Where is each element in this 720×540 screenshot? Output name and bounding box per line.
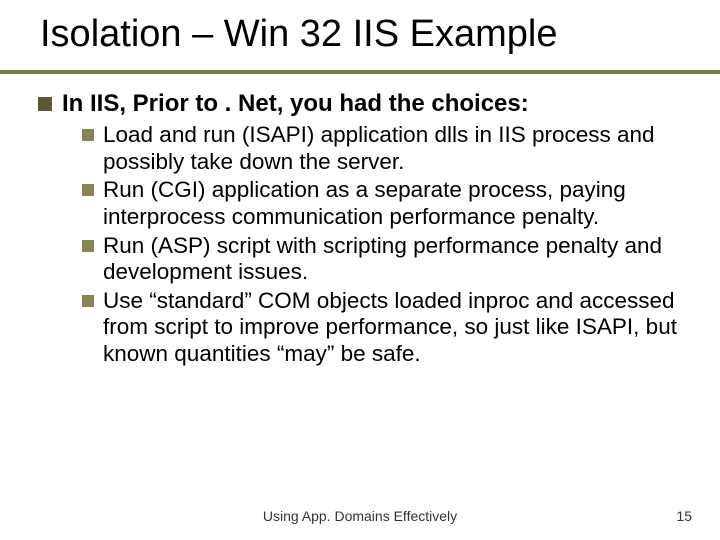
bullet-level2: Use “standard” COM objects loaded inproc… — [82, 288, 690, 368]
sub-point-text: Run (ASP) script with scripting performa… — [103, 233, 690, 286]
bullet-level2: Run (ASP) script with scripting performa… — [82, 233, 690, 286]
square-bullet-icon — [82, 129, 94, 141]
square-bullet-icon — [82, 295, 94, 307]
square-bullet-icon — [82, 240, 94, 252]
slide-title: Isolation – Win 32 IIS Example — [40, 14, 680, 56]
sub-point-text: Load and run (ISAPI) application dlls in… — [103, 122, 690, 175]
bullet-level1: In IIS, Prior to . Net, you had the choi… — [38, 90, 690, 118]
level2-list: Load and run (ISAPI) application dlls in… — [82, 122, 690, 367]
page-number: 15 — [676, 508, 692, 524]
footer-text: Using App. Domains Effectively — [0, 508, 720, 524]
sub-point-text: Use “standard” COM objects loaded inproc… — [103, 288, 690, 368]
bullet-level2: Load and run (ISAPI) application dlls in… — [82, 122, 690, 175]
slide: Isolation – Win 32 IIS Example In IIS, P… — [0, 0, 720, 540]
main-point-text: In IIS, Prior to . Net, you had the choi… — [62, 90, 690, 118]
sub-point-text: Run (CGI) application as a separate proc… — [103, 177, 690, 230]
square-bullet-icon — [38, 97, 52, 111]
title-underline — [0, 70, 720, 78]
square-bullet-icon — [82, 184, 94, 196]
slide-body: In IIS, Prior to . Net, you had the choi… — [38, 90, 690, 369]
bullet-level2: Run (CGI) application as a separate proc… — [82, 177, 690, 230]
